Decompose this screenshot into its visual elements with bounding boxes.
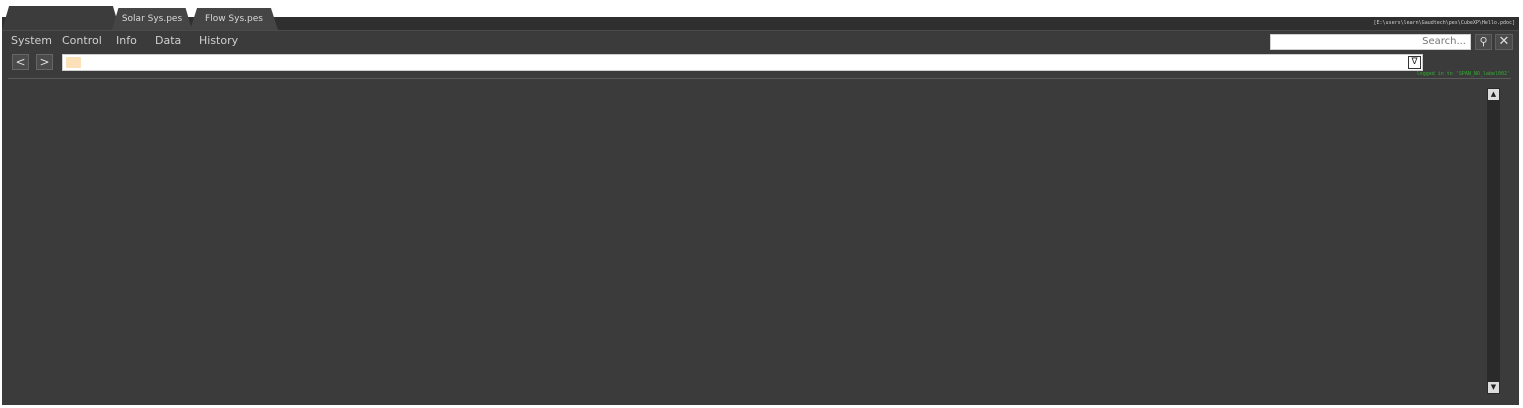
tab-flow-sys[interactable]: Flow Sys.pes (190, 8, 278, 30)
back-button[interactable]: < (12, 54, 29, 70)
tab-label: Flow Sys.pes (205, 14, 263, 24)
dropdown-triangle-icon[interactable]: ∇ (1408, 56, 1421, 69)
forward-button[interactable]: > (36, 54, 53, 70)
vertical-scrollbar[interactable]: ▲ ▼ (1487, 88, 1500, 394)
main-window: System Control Info Data History Search.… (2, 30, 1519, 405)
menu-bar: System Control Info Data History Search.… (2, 31, 1519, 51)
menu-system[interactable]: System (11, 34, 52, 47)
close-icon[interactable]: ✕ (1495, 34, 1513, 50)
content-area (2, 79, 1485, 405)
tab-strip: Solar Sys.pes Flow Sys.pes [E:\users\lea… (0, 0, 1523, 30)
tab-label: Solar Sys.pes (121, 14, 183, 24)
menu-history[interactable]: History (199, 34, 238, 47)
tab-active[interactable] (2, 6, 120, 30)
address-bar[interactable]: ∇ (62, 54, 1423, 71)
search-input[interactable]: Search... (1270, 34, 1471, 50)
scroll-up-icon[interactable]: ▲ (1488, 89, 1499, 100)
menu-control[interactable]: Control (62, 34, 102, 47)
scroll-down-icon[interactable]: ▼ (1488, 382, 1499, 393)
search-icon[interactable]: ⚲ (1475, 34, 1492, 50)
file-path-label: [E:\users\learn\Gaudtech\pes\CubeXP\Hell… (1373, 20, 1515, 26)
menu-info[interactable]: Info (116, 34, 137, 47)
menu-data[interactable]: Data (155, 34, 181, 47)
tab-solar-sys[interactable]: Solar Sys.pes (112, 8, 192, 30)
folder-icon (66, 57, 81, 68)
status-text: logged in to 'SPAN_NO_label002' (1416, 71, 1510, 77)
